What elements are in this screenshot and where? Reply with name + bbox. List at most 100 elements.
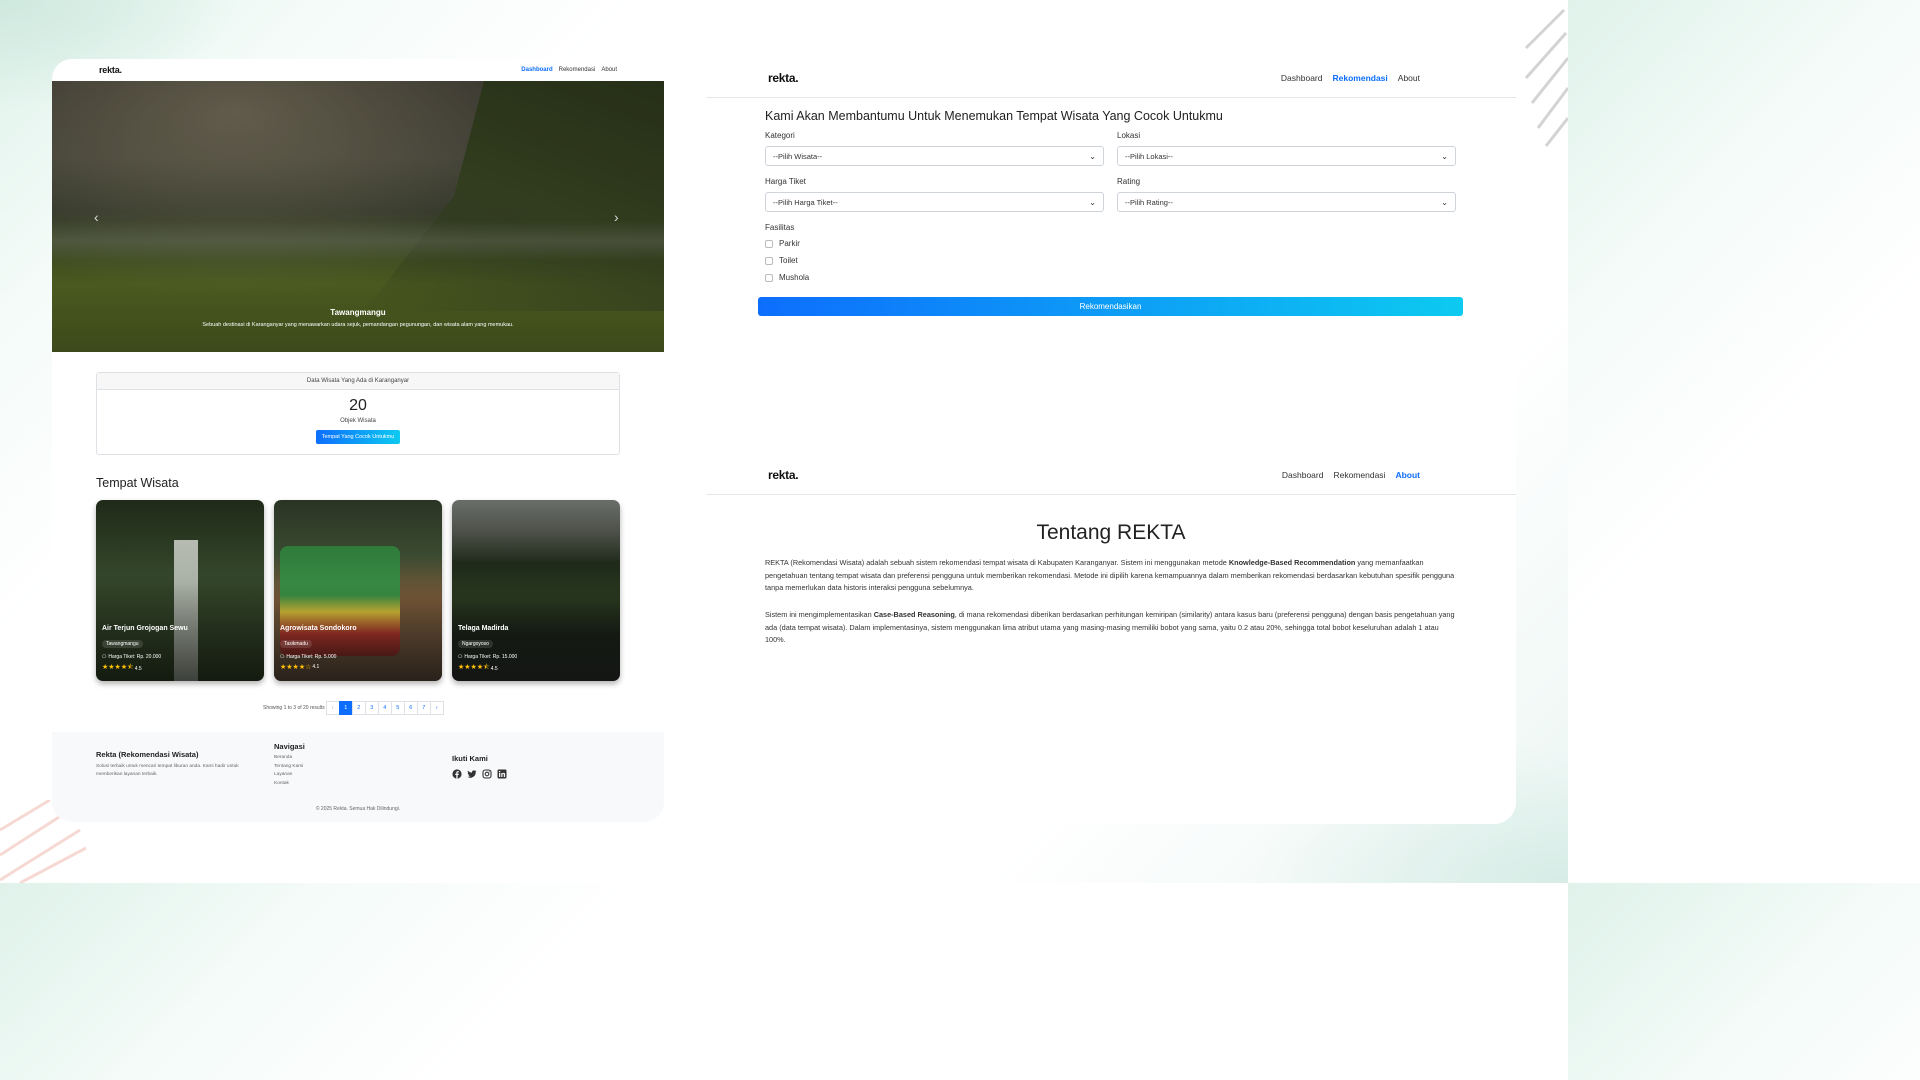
place-card[interactable]: Telaga Madirda Ngargoyoso ⎔ Harga Tiket: … (452, 500, 620, 681)
page-5[interactable]: 5 (390, 701, 405, 715)
instagram-icon[interactable] (482, 769, 492, 779)
card-name: Agrowisata Sondokoro (280, 625, 357, 632)
fasilitas-label: Fasilitas (765, 223, 795, 232)
caption-desc: Sebuah destinasi di Karanganyar yang men… (202, 322, 514, 328)
nav-rekomendasi[interactable]: Rekomendasi (1333, 470, 1385, 480)
checkbox[interactable] (765, 273, 773, 282)
about-paragraph: REKTA (Rekomendasi Wisata) adalah sebuah… (765, 557, 1460, 595)
pagination: Showing 1 to 3 of 20 results ‹ 1 2 3 4 5… (263, 701, 444, 715)
star-rating-icon: ★★★★⯪ (102, 664, 134, 671)
page-2[interactable]: 2 (351, 701, 366, 715)
about-title: Tentang REKTA (1036, 521, 1186, 544)
dashboard-screenshot: rekta. Dashboard Rekomendasi About ‹ › T… (52, 59, 664, 822)
form-title: Kami Akan Membantumu Untuk Menemukan Tem… (765, 109, 1223, 123)
ticket-icon: ⎔ (280, 654, 285, 660)
footer-nav-title: Navigasi (274, 742, 305, 751)
checkbox-label: Mushola (779, 273, 810, 282)
nav-dashboard[interactable]: Dashboard (521, 67, 552, 73)
stats-count: 20 (349, 397, 367, 414)
fasilitas-toilet[interactable]: Toilet (765, 256, 798, 265)
page-prev[interactable]: ‹ (325, 701, 340, 715)
nav-about[interactable]: About (1395, 470, 1420, 480)
fasilitas-parkir[interactable]: Parkir (765, 239, 800, 248)
pagination-info: Showing 1 to 3 of 20 results (263, 705, 325, 711)
facebook-icon[interactable] (452, 769, 462, 779)
checkbox-label: Parkir (779, 239, 800, 248)
stats-label: Objek Wisata (340, 418, 376, 424)
brand-logo[interactable]: rekta. (99, 65, 122, 75)
twitter-icon[interactable] (467, 769, 477, 779)
rating-select[interactable]: --Pilih Rating-- ⌄ (1117, 192, 1456, 212)
section-title: Tempat Wisata (96, 476, 179, 490)
harga-label: Harga Tiket (765, 177, 806, 186)
about-emphasis: Case-Based Reasoning (873, 610, 955, 619)
card-location: Tasikmadu (280, 640, 312, 648)
card-price: Harga Tiket: Rp. 15.000 (464, 654, 518, 660)
checkbox[interactable] (765, 239, 773, 248)
footer-link-beranda[interactable]: Beranda (274, 754, 305, 763)
kategori-value: --Pilih Wisata-- (773, 151, 823, 161)
navbar: rekta. Dashboard Rekomendasi About (52, 59, 664, 81)
right-panel: rekta. Dashboard Rekomendasi About Kami … (706, 59, 1516, 824)
nav-rekomendasi[interactable]: Rekomendasi (559, 67, 596, 73)
card-price: Harga Tiket: Rp. 5.000 (286, 654, 337, 660)
footer-copyright: © 2025 Rekta. Semua Hak Dilindungi. (315, 806, 401, 812)
hero-carousel: ‹ › Tawangmangu Sebuah destinasi di Kara… (52, 81, 664, 352)
star-rating-icon: ★★★★☆ (280, 664, 312, 671)
card-price: Harga Tiket: Rp. 20.000 (108, 654, 162, 660)
page-7[interactable]: 7 (416, 701, 431, 715)
about-text: Sistem ini mengimplementasikan (765, 610, 874, 619)
chevron-down-icon: ⌄ (1089, 197, 1096, 207)
find-place-button[interactable]: Tempat Yang Cocok Untukmu (315, 430, 401, 444)
chevron-down-icon: ⌄ (1441, 197, 1448, 207)
about-paragraph: Sistem ini mengimplementasikan Case-Base… (765, 609, 1460, 647)
brand-logo[interactable]: rekta. (768, 468, 799, 482)
lokasi-select[interactable]: --Pilih Lokasi-- ⌄ (1117, 146, 1456, 166)
brand-logo[interactable]: rekta. (768, 71, 799, 85)
kategori-select[interactable]: --Pilih Wisata-- ⌄ (765, 146, 1104, 166)
card-name: Telaga Madirda (458, 625, 509, 632)
place-card[interactable]: Agrowisata Sondokoro Tasikmadu ⎔ Harga Ti… (274, 500, 442, 681)
nav-dashboard[interactable]: Dashboard (1281, 73, 1323, 83)
checkbox-label: Toilet (779, 256, 798, 265)
card-rating: 4.5 (490, 665, 498, 672)
harga-select[interactable]: --Pilih Harga Tiket-- ⌄ (765, 192, 1104, 212)
card-location: Tawangmangu (102, 640, 143, 648)
lokasi-value: --Pilih Lokasi-- (1125, 151, 1173, 161)
nav-rekomendasi[interactable]: Rekomendasi (1333, 73, 1388, 83)
footer-link-layanan[interactable]: Layanan (274, 771, 305, 780)
page-next[interactable]: › (429, 701, 444, 715)
footer-follow-title: Ikuti Kami (452, 754, 488, 763)
footer-link-kontak[interactable]: Kontak (274, 780, 305, 789)
footer-link-tentang[interactable]: Tentang Kami (274, 763, 305, 772)
ticket-icon: ⎔ (102, 654, 107, 660)
stats-header: Data Wisata Yang Ada di Karanganyar (97, 373, 619, 390)
card-location: Ngargoyoso (458, 640, 493, 648)
page-3[interactable]: 3 (364, 701, 379, 715)
navbar: rekta. Dashboard Rekomendasi About (706, 456, 1516, 495)
place-cards: Air Terjun Grojogan Sewu Tawangmangu ⎔ Ha… (96, 500, 620, 681)
rekomendasikan-button[interactable]: Rekomendasikan (758, 297, 1463, 316)
checkbox[interactable] (765, 256, 773, 265)
fasilitas-mushola[interactable]: Mushola (765, 273, 809, 282)
nav-about[interactable]: About (1398, 73, 1420, 83)
carousel-next-icon[interactable]: › (614, 209, 619, 225)
about-emphasis: Knowledge-Based Recommendation (1228, 558, 1356, 567)
scribble-decoration (1524, 8, 1568, 147)
place-card[interactable]: Air Terjun Grojogan Sewu Tawangmangu ⎔ Ha… (96, 500, 264, 681)
nav-dashboard[interactable]: Dashboard (1282, 470, 1324, 480)
star-rating-icon: ★★★★⯪ (458, 664, 490, 671)
page-6[interactable]: 6 (403, 701, 418, 715)
card-rating: 4.1 (312, 664, 320, 670)
page-1[interactable]: 1 (338, 701, 353, 715)
nav-about[interactable]: About (601, 67, 617, 73)
footer-desc: Solusi terbaik untuk mencari tempat libu… (96, 764, 239, 777)
carousel-prev-icon[interactable]: ‹ (94, 209, 99, 225)
chevron-down-icon: ⌄ (1441, 151, 1448, 161)
caption-title: Tawangmangu (330, 308, 386, 317)
page-4[interactable]: 4 (377, 701, 392, 715)
harga-value: --Pilih Harga Tiket-- (773, 197, 838, 207)
lokasi-label: Lokasi (1117, 131, 1141, 140)
linkedin-icon[interactable] (497, 769, 507, 779)
footer-title: Rekta (Rekomendasi Wisata) (96, 750, 199, 759)
